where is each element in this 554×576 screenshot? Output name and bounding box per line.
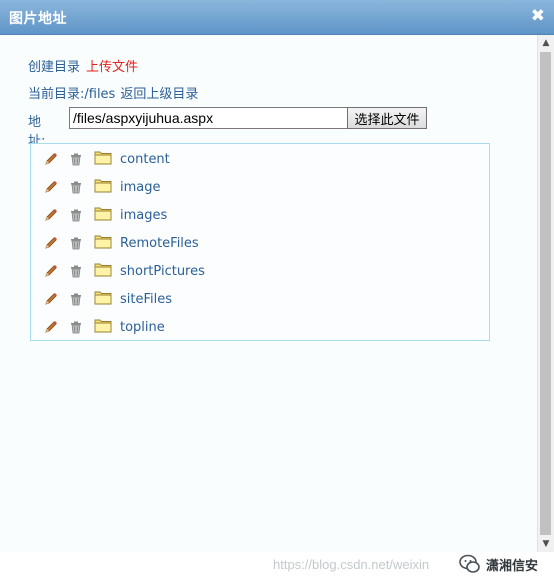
trash-icon[interactable] [69,263,83,277]
parent-directory-link[interactable]: 返回上级目录 [120,87,198,102]
pencil-icon[interactable] [44,179,58,193]
folder-name-link[interactable]: topline [120,320,165,335]
folder-name-link[interactable]: image [120,180,161,195]
folder-icon[interactable] [94,205,112,221]
scroll-up-arrow-icon[interactable]: ▲ [538,35,554,51]
folder-name-link[interactable]: shortPictures [120,264,205,279]
current-directory: 当前目录:/files [28,87,115,102]
watermark-brand: 潇湘信安 [486,555,538,574]
file-list-item[interactable]: siteFiles [31,285,489,311]
address-input[interactable] [69,107,348,129]
pencil-icon[interactable] [44,235,58,249]
scroll-down-arrow-icon[interactable]: ▼ [538,536,554,552]
watermark-url: https://blog.csdn.net/weixin [273,557,429,572]
file-list: content image images RemoteFiles shortPictur… [30,143,490,341]
pencil-icon[interactable] [44,207,58,221]
wechat-icon [458,552,482,576]
dialog-title-bar[interactable]: 图片地址 ✖ [0,0,554,35]
trash-icon[interactable] [69,151,83,165]
dialog-title: 图片地址 [9,8,67,28]
folder-icon[interactable] [94,289,112,305]
folder-name-link[interactable]: RemoteFiles [120,236,199,251]
folder-name-link[interactable]: content [120,152,170,167]
create-directory-link[interactable]: 创建目录 [28,60,80,75]
pencil-icon[interactable] [44,263,58,277]
folder-name-link[interactable]: siteFiles [120,292,172,307]
dialog-content: 创建目录上传文件 当前目录:/files返回上级目录 地址: 选择此文件 con… [0,35,538,552]
pencil-icon[interactable] [44,151,58,165]
file-list-item[interactable]: image [31,173,489,199]
file-list-item[interactable]: RemoteFiles [31,229,489,255]
trash-icon[interactable] [69,179,83,193]
select-file-button[interactable]: 选择此文件 [347,107,427,129]
pencil-icon[interactable] [44,291,58,305]
folder-icon[interactable] [94,317,112,333]
upload-file-link[interactable]: 上传文件 [86,60,138,75]
trash-icon[interactable] [69,235,83,249]
scrollbar-thumb[interactable] [540,52,551,535]
folder-icon[interactable] [94,233,112,249]
directory-nav: 当前目录:/files 返回上级目录 [28,83,198,102]
vertical-scrollbar[interactable]: ▲ ▼ [537,35,554,552]
trash-icon[interactable] [69,207,83,221]
pencil-icon[interactable] [44,319,58,333]
file-list-item[interactable]: content [31,145,489,171]
action-links: 创建目录上传文件 [28,56,138,75]
trash-icon[interactable] [69,319,83,333]
file-list-item[interactable]: topline [31,313,489,339]
file-list-item[interactable]: shortPictures [31,257,489,283]
close-icon[interactable]: ✖ [531,6,545,26]
folder-name-link[interactable]: images [120,208,167,223]
image-url-dialog: 图片地址 ✖ 创建目录上传文件 当前目录:/files返回上级目录 地址: 选择… [0,0,554,552]
trash-icon[interactable] [69,291,83,305]
folder-icon[interactable] [94,261,112,277]
file-list-item[interactable]: images [31,201,489,227]
folder-icon[interactable] [94,177,112,193]
folder-icon[interactable] [94,149,112,165]
